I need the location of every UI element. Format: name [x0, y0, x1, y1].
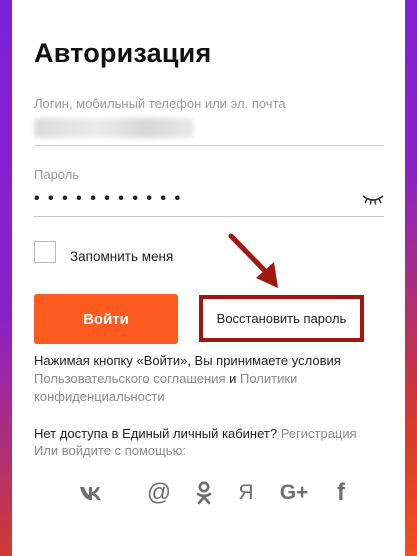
password-field[interactable]: • • • • • • • • • • •: [34, 190, 182, 208]
page-title: Авторизация: [34, 38, 212, 68]
social-login-label: Или войдите с помощью:: [34, 443, 186, 458]
terms-prefix: Нажимая кнопку «Войти», Вы принимаете ус…: [34, 353, 341, 368]
facebook-icon[interactable]: f: [332, 479, 350, 506]
agreement-link[interactable]: Пользовательского соглашения: [34, 371, 226, 386]
restore-password-label: Восстановить пароль: [216, 311, 347, 326]
password-field-label: Пароль: [34, 167, 80, 182]
remember-me-checkbox[interactable]: [34, 241, 56, 263]
yandex-icon[interactable]: Я: [236, 480, 256, 506]
login-button[interactable]: Войти: [34, 294, 178, 344]
login-field-label: Логин, мобильный телефон или эл. почта: [34, 96, 286, 111]
social-login-bar: @ Я G+ f: [78, 479, 350, 506]
vk-icon[interactable]: [78, 480, 106, 506]
login-card: Авторизация Логин, мобильный телефон или…: [12, 0, 405, 556]
mail-icon[interactable]: @: [146, 479, 172, 506]
login-field[interactable]: [34, 118, 194, 138]
show-password-icon[interactable]: [362, 192, 384, 206]
remember-me-label[interactable]: Запомнить меня: [70, 249, 173, 264]
arrow-annotation-icon: [228, 233, 278, 288]
login-underline: [34, 145, 384, 146]
google-plus-icon[interactable]: G+: [276, 480, 312, 506]
terms-and: и: [225, 371, 241, 386]
restore-password-button[interactable]: Восстановить пароль: [199, 295, 364, 342]
odnoklassniki-icon[interactable]: [193, 480, 215, 506]
password-underline: [34, 216, 384, 217]
no-access-text: Нет доступа в Единый личный кабинет? Рег…: [34, 425, 404, 459]
register-link[interactable]: Регистрация: [281, 426, 357, 441]
no-access-label: Нет доступа в Единый личный кабинет?: [34, 426, 281, 441]
terms-text: Нажимая кнопку «Войти», Вы принимаете ус…: [34, 352, 394, 406]
